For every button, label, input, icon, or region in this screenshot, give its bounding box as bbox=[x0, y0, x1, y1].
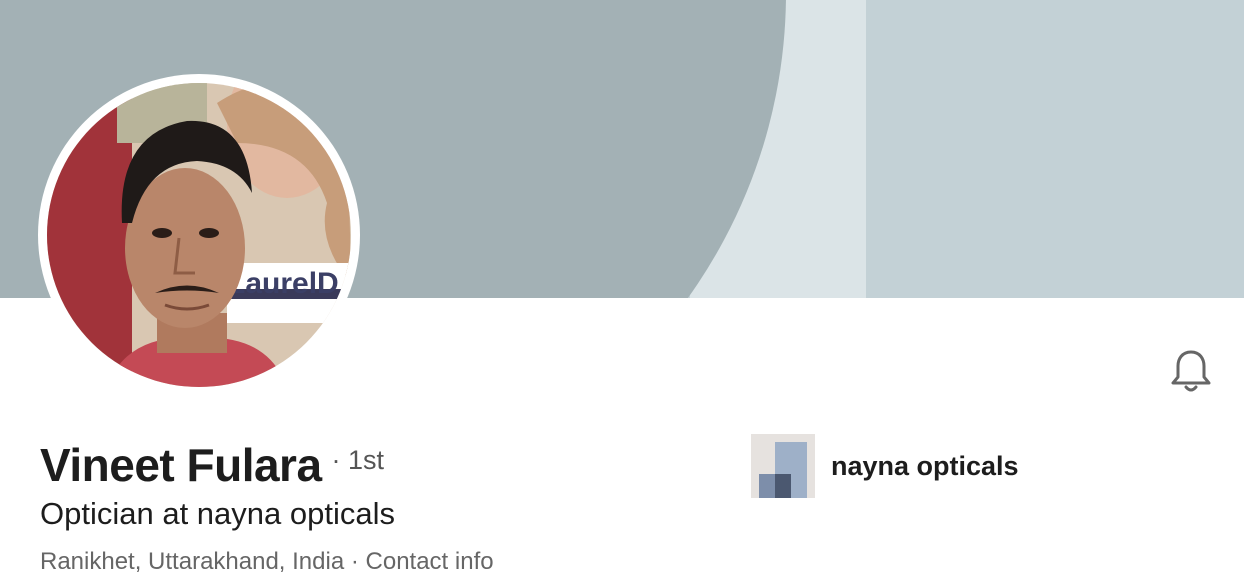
company-name: nayna opticals bbox=[831, 450, 1019, 481]
current-company-link[interactable]: nayna opticals bbox=[751, 434, 1019, 498]
company-logo-icon bbox=[751, 434, 815, 498]
company-logo bbox=[751, 434, 815, 498]
notifications-bell-button[interactable] bbox=[1166, 346, 1216, 396]
profile-location-line: Ranikhet, Uttarakhand, India · Contact i… bbox=[40, 548, 494, 575]
profile-photo-image: LaurelD bbox=[47, 83, 351, 387]
profile-headline: Optician at nayna opticals bbox=[40, 496, 395, 531]
bell-icon bbox=[1171, 350, 1211, 392]
connection-degree: · 1st bbox=[331, 445, 385, 475]
poster-sign-text: LaurelD bbox=[227, 267, 339, 300]
profile-name: Vineet Fulara bbox=[40, 439, 322, 491]
profile-photo[interactable]: LaurelD bbox=[47, 83, 351, 387]
profile-name-line: Vineet Fulara · 1st bbox=[40, 438, 384, 492]
